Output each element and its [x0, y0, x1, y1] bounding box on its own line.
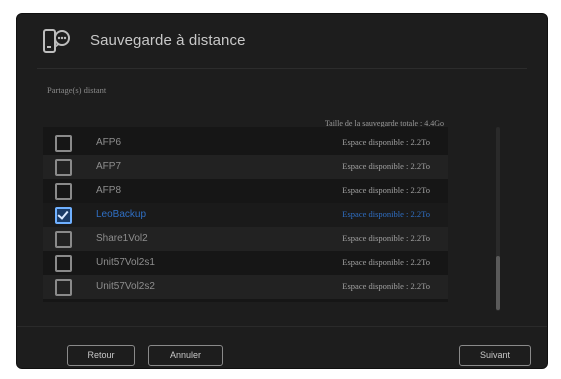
share-checkbox[interactable] — [55, 255, 72, 272]
back-button[interactable]: Retour — [67, 345, 135, 366]
available-space: Espace disponible : 2.2To — [342, 137, 430, 147]
footer-divider — [17, 326, 547, 327]
available-space: Espace disponible : 2.2To — [342, 161, 430, 171]
list-item[interactable]: AFP8 Espace disponible : 2.2To — [43, 179, 448, 203]
share-name: Share1Vol2 — [96, 233, 148, 244]
share-checkbox[interactable] — [55, 135, 72, 152]
share-checkbox[interactable] — [55, 231, 72, 248]
remote-shares-label: Partage(s) distant — [47, 85, 107, 95]
share-name: Unit57Vol2s1 — [96, 257, 155, 268]
list-item[interactable]: Unit57Vol2s2 Espace disponible : 2.2To — [43, 275, 448, 299]
share-name: AFP8 — [96, 185, 122, 196]
share-name: AFP7 — [96, 161, 122, 172]
available-space: Espace disponible : 2.2To — [342, 233, 430, 243]
cancel-button[interactable]: Annuler — [148, 345, 223, 366]
available-space: Espace disponible : 2.2To — [342, 257, 430, 267]
share-name: LeoBackup — [96, 209, 147, 220]
list-item[interactable]: AFP6 Espace disponible : 2.2To — [43, 131, 448, 155]
available-space: Espace disponible : 2.2To — [342, 185, 430, 195]
share-checkbox[interactable] — [55, 183, 72, 200]
remote-share-list: AFP6 Espace disponible : 2.2To AFP7 Espa… — [43, 127, 448, 302]
header-divider — [37, 68, 527, 69]
share-checkbox[interactable] — [55, 159, 72, 176]
check-icon — [57, 208, 69, 220]
share-list-scrollbar[interactable] — [496, 127, 500, 311]
share-checkbox[interactable] — [55, 207, 72, 224]
list-item[interactable]: Share1Vol2 Espace disponible : 2.2To — [43, 227, 448, 251]
dialog-header: Sauvegarde à distance — [17, 14, 547, 70]
available-space: Espace disponible : 2.2To — [342, 281, 430, 291]
list-item[interactable]: LeoBackup Espace disponible : 2.2To — [43, 203, 448, 227]
remote-backup-dialog: Sauvegarde à distance Partage(s) distant… — [16, 13, 548, 369]
share-name: Unit57Vol2s2 — [96, 281, 155, 292]
share-checkbox[interactable] — [55, 279, 72, 296]
scrollbar-thumb[interactable] — [496, 256, 500, 310]
page-title: Sauvegarde à distance — [90, 32, 246, 49]
available-space: Espace disponible : 2.2To — [342, 209, 430, 219]
remote-backup-icon — [43, 29, 70, 53]
list-item[interactable]: AFP7 Espace disponible : 2.2To — [43, 155, 448, 179]
list-item[interactable]: Unit57Vol2s1 Espace disponible : 2.2To — [43, 251, 448, 275]
next-button[interactable]: Suivant — [459, 345, 531, 366]
share-name: AFP6 — [96, 137, 122, 148]
